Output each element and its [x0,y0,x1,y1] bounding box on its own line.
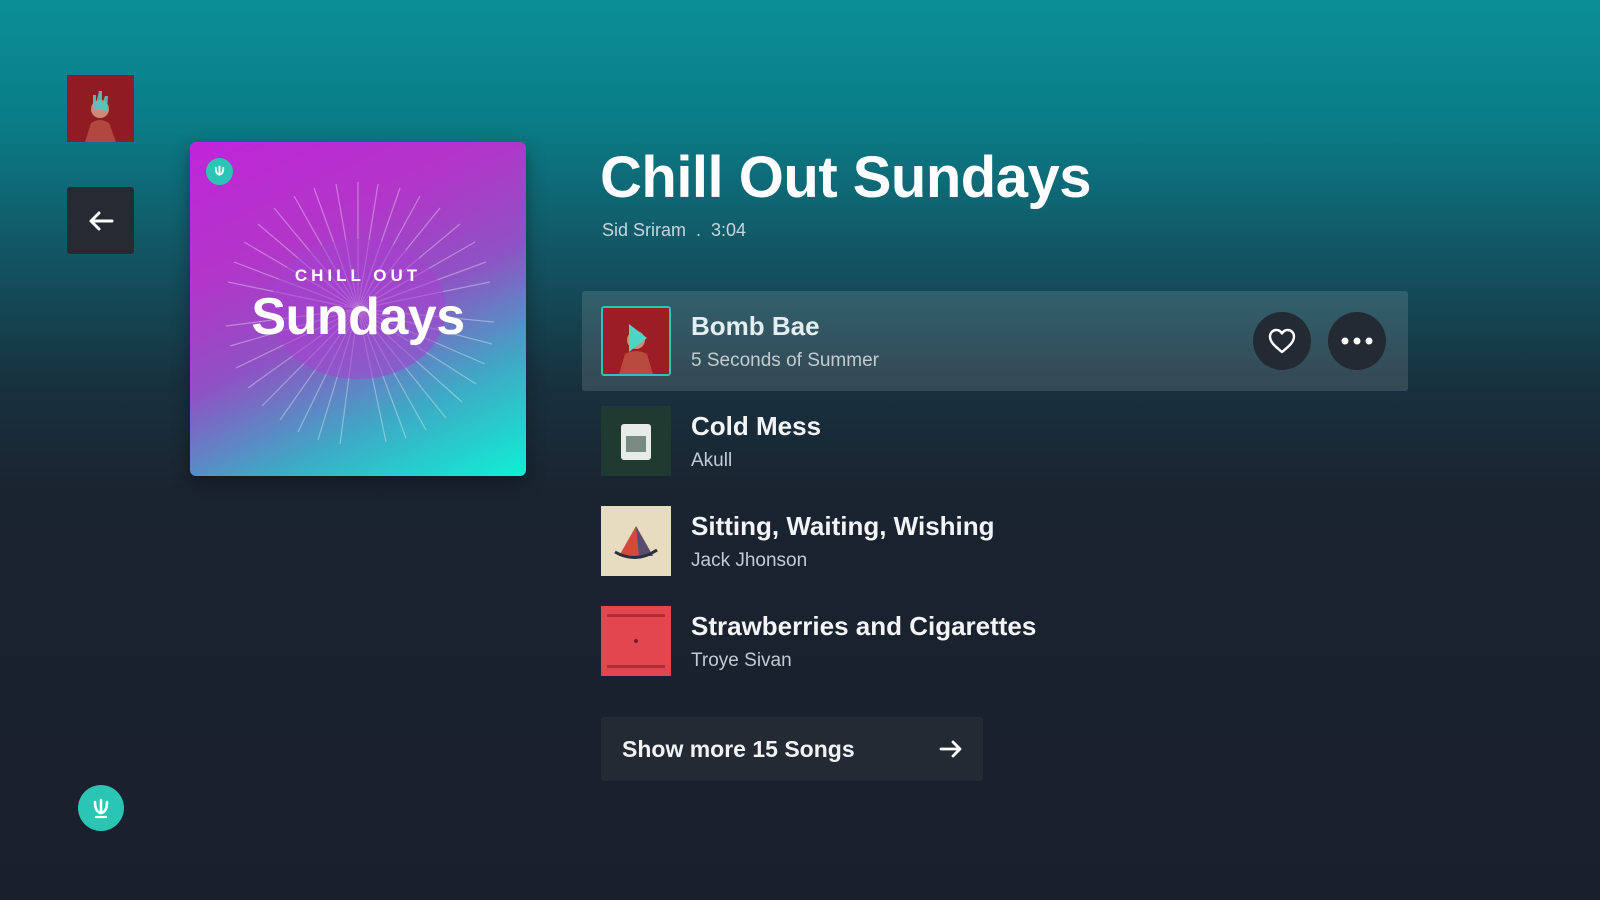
track-title: Sitting, Waiting, Wishing [691,510,995,541]
track-thumbnail [601,606,671,676]
playlist-cover: CHILL OUT Sundays [190,142,526,476]
track-thumbnail [601,306,671,376]
playlist-artist[interactable]: Sid Sriram [602,220,686,241]
track-thumbnail [601,506,671,576]
arrow-right-icon [939,740,962,758]
meta-separator: . [696,220,702,240]
playlist-title: Chill Out Sundays [600,145,1092,210]
track-title: Cold Mess [691,410,822,441]
track-artist: 5 Seconds of Summer [691,349,879,371]
app-logo-icon[interactable] [78,785,124,831]
track-title: Strawberries and Cigarettes [691,610,1037,641]
track-row[interactable]: Strawberries and Cigarettes Troye Sivan [582,591,1408,691]
track-title: Bomb Bae [691,310,820,341]
cover-logo-icon [206,158,233,185]
cover-main-text: Sundays [251,288,465,346]
more-horizontal-icon [1341,337,1373,345]
track-artist: Jack Jhonson [691,549,808,571]
arrow-left-icon [89,211,113,230]
track-artist: Troye Sivan [691,649,792,671]
profile-avatar[interactable] [67,75,134,142]
show-more-label: Show more 15 Songs [622,735,855,762]
show-more-button[interactable]: Show more 15 Songs [601,717,983,781]
more-options-button[interactable] [1328,312,1386,370]
profile-avatar-image [67,75,134,142]
back-button[interactable] [67,187,134,254]
playlist-meta: Sid Sriram . 3:04 [602,220,746,241]
track-thumbnail [601,406,671,476]
cover-top-text: CHILL OUT [294,266,422,285]
track-row[interactable]: Sitting, Waiting, Wishing Jack Jhonson [582,491,1408,591]
heart-icon [1268,328,1296,354]
track-row[interactable]: Cold Mess Akull [582,391,1408,491]
track-artist: Akull [691,449,733,471]
playlist-duration: 3:04 [711,220,747,240]
favorite-button[interactable] [1253,312,1311,370]
track-row[interactable]: Bomb Bae 5 Seconds of Summer [582,291,1408,391]
track-list: Bomb Bae 5 Seconds of Summer Cold Mess A… [582,291,1408,691]
